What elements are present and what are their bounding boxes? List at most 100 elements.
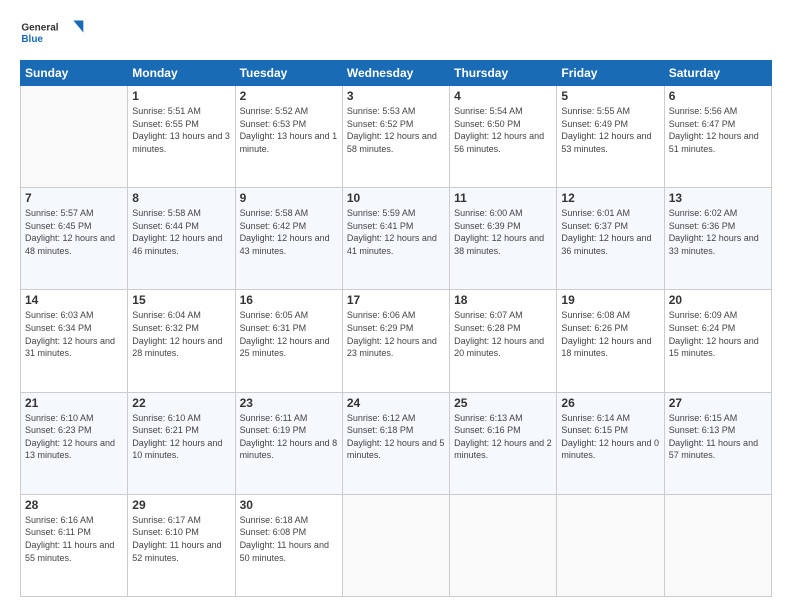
weekday-header: Saturday — [664, 61, 771, 86]
day-number: 25 — [454, 396, 552, 410]
day-number: 8 — [132, 191, 230, 205]
calendar-day-cell: 3 Sunrise: 5:53 AMSunset: 6:52 PMDaylight… — [342, 86, 449, 188]
day-info: Sunrise: 6:09 AMSunset: 6:24 PMDaylight:… — [669, 309, 767, 359]
day-info: Sunrise: 6:06 AMSunset: 6:29 PMDaylight:… — [347, 309, 445, 359]
calendar-day-cell: 4 Sunrise: 5:54 AMSunset: 6:50 PMDaylight… — [450, 86, 557, 188]
day-info: Sunrise: 6:08 AMSunset: 6:26 PMDaylight:… — [561, 309, 659, 359]
day-number: 19 — [561, 293, 659, 307]
day-number: 3 — [347, 89, 445, 103]
calendar-day-cell: 28 Sunrise: 6:16 AMSunset: 6:11 PMDayligh… — [21, 494, 128, 596]
calendar-day-cell: 25 Sunrise: 6:13 AMSunset: 6:16 PMDayligh… — [450, 392, 557, 494]
svg-text:Blue: Blue — [21, 34, 43, 45]
day-info: Sunrise: 5:56 AMSunset: 6:47 PMDaylight:… — [669, 105, 767, 155]
weekday-header: Monday — [128, 61, 235, 86]
day-info: Sunrise: 6:18 AMSunset: 6:08 PMDaylight:… — [240, 514, 338, 564]
day-info: Sunrise: 6:17 AMSunset: 6:10 PMDaylight:… — [132, 514, 230, 564]
day-info: Sunrise: 5:58 AMSunset: 6:44 PMDaylight:… — [132, 207, 230, 257]
day-info: Sunrise: 5:53 AMSunset: 6:52 PMDaylight:… — [347, 105, 445, 155]
day-number: 14 — [25, 293, 123, 307]
weekday-header: Thursday — [450, 61, 557, 86]
calendar-header-row: SundayMondayTuesdayWednesdayThursdayFrid… — [21, 61, 772, 86]
calendar-week-row: 1 Sunrise: 5:51 AMSunset: 6:55 PMDaylight… — [21, 86, 772, 188]
day-number: 27 — [669, 396, 767, 410]
calendar-day-cell: 14 Sunrise: 6:03 AMSunset: 6:34 PMDayligh… — [21, 290, 128, 392]
calendar-day-cell: 2 Sunrise: 5:52 AMSunset: 6:53 PMDaylight… — [235, 86, 342, 188]
day-info: Sunrise: 5:57 AMSunset: 6:45 PMDaylight:… — [25, 207, 123, 257]
calendar-day-cell: 11Sunrise: 6:00 AMSunset: 6:39 PMDayligh… — [450, 188, 557, 290]
day-number: 6 — [669, 89, 767, 103]
day-info: Sunrise: 5:51 AMSunset: 6:55 PMDaylight:… — [132, 105, 230, 155]
day-info: Sunrise: 5:55 AMSunset: 6:49 PMDaylight:… — [561, 105, 659, 155]
calendar-week-row: 14 Sunrise: 6:03 AMSunset: 6:34 PMDayligh… — [21, 290, 772, 392]
day-number: 10 — [347, 191, 445, 205]
day-info: Sunrise: 6:04 AMSunset: 6:32 PMDaylight:… — [132, 309, 230, 359]
day-info: Sunrise: 6:13 AMSunset: 6:16 PMDaylight:… — [454, 412, 552, 462]
day-number: 2 — [240, 89, 338, 103]
day-number: 24 — [347, 396, 445, 410]
day-info: Sunrise: 5:52 AMSunset: 6:53 PMDaylight:… — [240, 105, 338, 155]
day-info: Sunrise: 6:05 AMSunset: 6:31 PMDaylight:… — [240, 309, 338, 359]
day-number: 16 — [240, 293, 338, 307]
day-number: 23 — [240, 396, 338, 410]
calendar-day-cell: 1 Sunrise: 5:51 AMSunset: 6:55 PMDaylight… — [128, 86, 235, 188]
calendar-day-cell: 19 Sunrise: 6:08 AMSunset: 6:26 PMDayligh… — [557, 290, 664, 392]
day-info: Sunrise: 6:07 AMSunset: 6:28 PMDaylight:… — [454, 309, 552, 359]
day-number: 21 — [25, 396, 123, 410]
calendar-week-row: 7 Sunrise: 5:57 AMSunset: 6:45 PMDaylight… — [21, 188, 772, 290]
calendar-day-cell — [557, 494, 664, 596]
calendar-week-row: 28 Sunrise: 6:16 AMSunset: 6:11 PMDayligh… — [21, 494, 772, 596]
calendar-day-cell: 12 Sunrise: 6:01 AMSunset: 6:37 PMDayligh… — [557, 188, 664, 290]
svg-text:General: General — [21, 23, 58, 34]
calendar-day-cell: 21Sunrise: 6:10 AMSunset: 6:23 PMDayligh… — [21, 392, 128, 494]
day-number: 17 — [347, 293, 445, 307]
day-number: 9 — [240, 191, 338, 205]
day-number: 20 — [669, 293, 767, 307]
day-info: Sunrise: 6:01 AMSunset: 6:37 PMDaylight:… — [561, 207, 659, 257]
day-number: 22 — [132, 396, 230, 410]
calendar-day-cell — [664, 494, 771, 596]
day-info: Sunrise: 6:12 AMSunset: 6:18 PMDaylight:… — [347, 412, 445, 462]
calendar-day-cell: 18Sunrise: 6:07 AMSunset: 6:28 PMDayligh… — [450, 290, 557, 392]
day-info: Sunrise: 6:15 AMSunset: 6:13 PMDaylight:… — [669, 412, 767, 462]
day-info: Sunrise: 6:16 AMSunset: 6:11 PMDaylight:… — [25, 514, 123, 564]
calendar-day-cell: 10 Sunrise: 5:59 AMSunset: 6:41 PMDayligh… — [342, 188, 449, 290]
day-info: Sunrise: 5:59 AMSunset: 6:41 PMDaylight:… — [347, 207, 445, 257]
day-info: Sunrise: 5:58 AMSunset: 6:42 PMDaylight:… — [240, 207, 338, 257]
weekday-header: Friday — [557, 61, 664, 86]
calendar-week-row: 21Sunrise: 6:10 AMSunset: 6:23 PMDayligh… — [21, 392, 772, 494]
day-info: Sunrise: 6:10 AMSunset: 6:21 PMDaylight:… — [132, 412, 230, 462]
calendar-day-cell: 9 Sunrise: 5:58 AMSunset: 6:42 PMDaylight… — [235, 188, 342, 290]
day-number: 4 — [454, 89, 552, 103]
calendar-day-cell: 26 Sunrise: 6:14 AMSunset: 6:15 PMDayligh… — [557, 392, 664, 494]
calendar-day-cell: 8 Sunrise: 5:58 AMSunset: 6:44 PMDaylight… — [128, 188, 235, 290]
day-number: 26 — [561, 396, 659, 410]
day-info: Sunrise: 6:14 AMSunset: 6:15 PMDaylight:… — [561, 412, 659, 462]
day-number: 15 — [132, 293, 230, 307]
calendar-day-cell: 5Sunrise: 5:55 AMSunset: 6:49 PMDaylight… — [557, 86, 664, 188]
header: GeneralBlue — [20, 15, 772, 50]
calendar-day-cell: 20 Sunrise: 6:09 AMSunset: 6:24 PMDayligh… — [664, 290, 771, 392]
day-number: 28 — [25, 498, 123, 512]
calendar-day-cell — [450, 494, 557, 596]
calendar-day-cell: 29Sunrise: 6:17 AMSunset: 6:10 PMDayligh… — [128, 494, 235, 596]
day-number: 1 — [132, 89, 230, 103]
page: GeneralBlue SundayMondayTuesdayWednesday… — [0, 0, 792, 612]
day-info: Sunrise: 6:11 AMSunset: 6:19 PMDaylight:… — [240, 412, 338, 462]
day-info: Sunrise: 6:03 AMSunset: 6:34 PMDaylight:… — [25, 309, 123, 359]
calendar-day-cell: 22 Sunrise: 6:10 AMSunset: 6:21 PMDayligh… — [128, 392, 235, 494]
day-info: Sunrise: 5:54 AMSunset: 6:50 PMDaylight:… — [454, 105, 552, 155]
day-number: 13 — [669, 191, 767, 205]
day-number: 30 — [240, 498, 338, 512]
calendar-day-cell: 27 Sunrise: 6:15 AMSunset: 6:13 PMDayligh… — [664, 392, 771, 494]
weekday-header: Sunday — [21, 61, 128, 86]
calendar-table: SundayMondayTuesdayWednesdayThursdayFrid… — [20, 60, 772, 597]
calendar-day-cell: 6 Sunrise: 5:56 AMSunset: 6:47 PMDaylight… — [664, 86, 771, 188]
day-number: 11 — [454, 191, 552, 205]
day-number: 7 — [25, 191, 123, 205]
calendar-day-cell: 15 Sunrise: 6:04 AMSunset: 6:32 PMDayligh… — [128, 290, 235, 392]
calendar-day-cell — [342, 494, 449, 596]
logo-icon: GeneralBlue — [20, 15, 100, 50]
day-number: 12 — [561, 191, 659, 205]
calendar-day-cell: 7 Sunrise: 5:57 AMSunset: 6:45 PMDaylight… — [21, 188, 128, 290]
day-info: Sunrise: 6:02 AMSunset: 6:36 PMDaylight:… — [669, 207, 767, 257]
